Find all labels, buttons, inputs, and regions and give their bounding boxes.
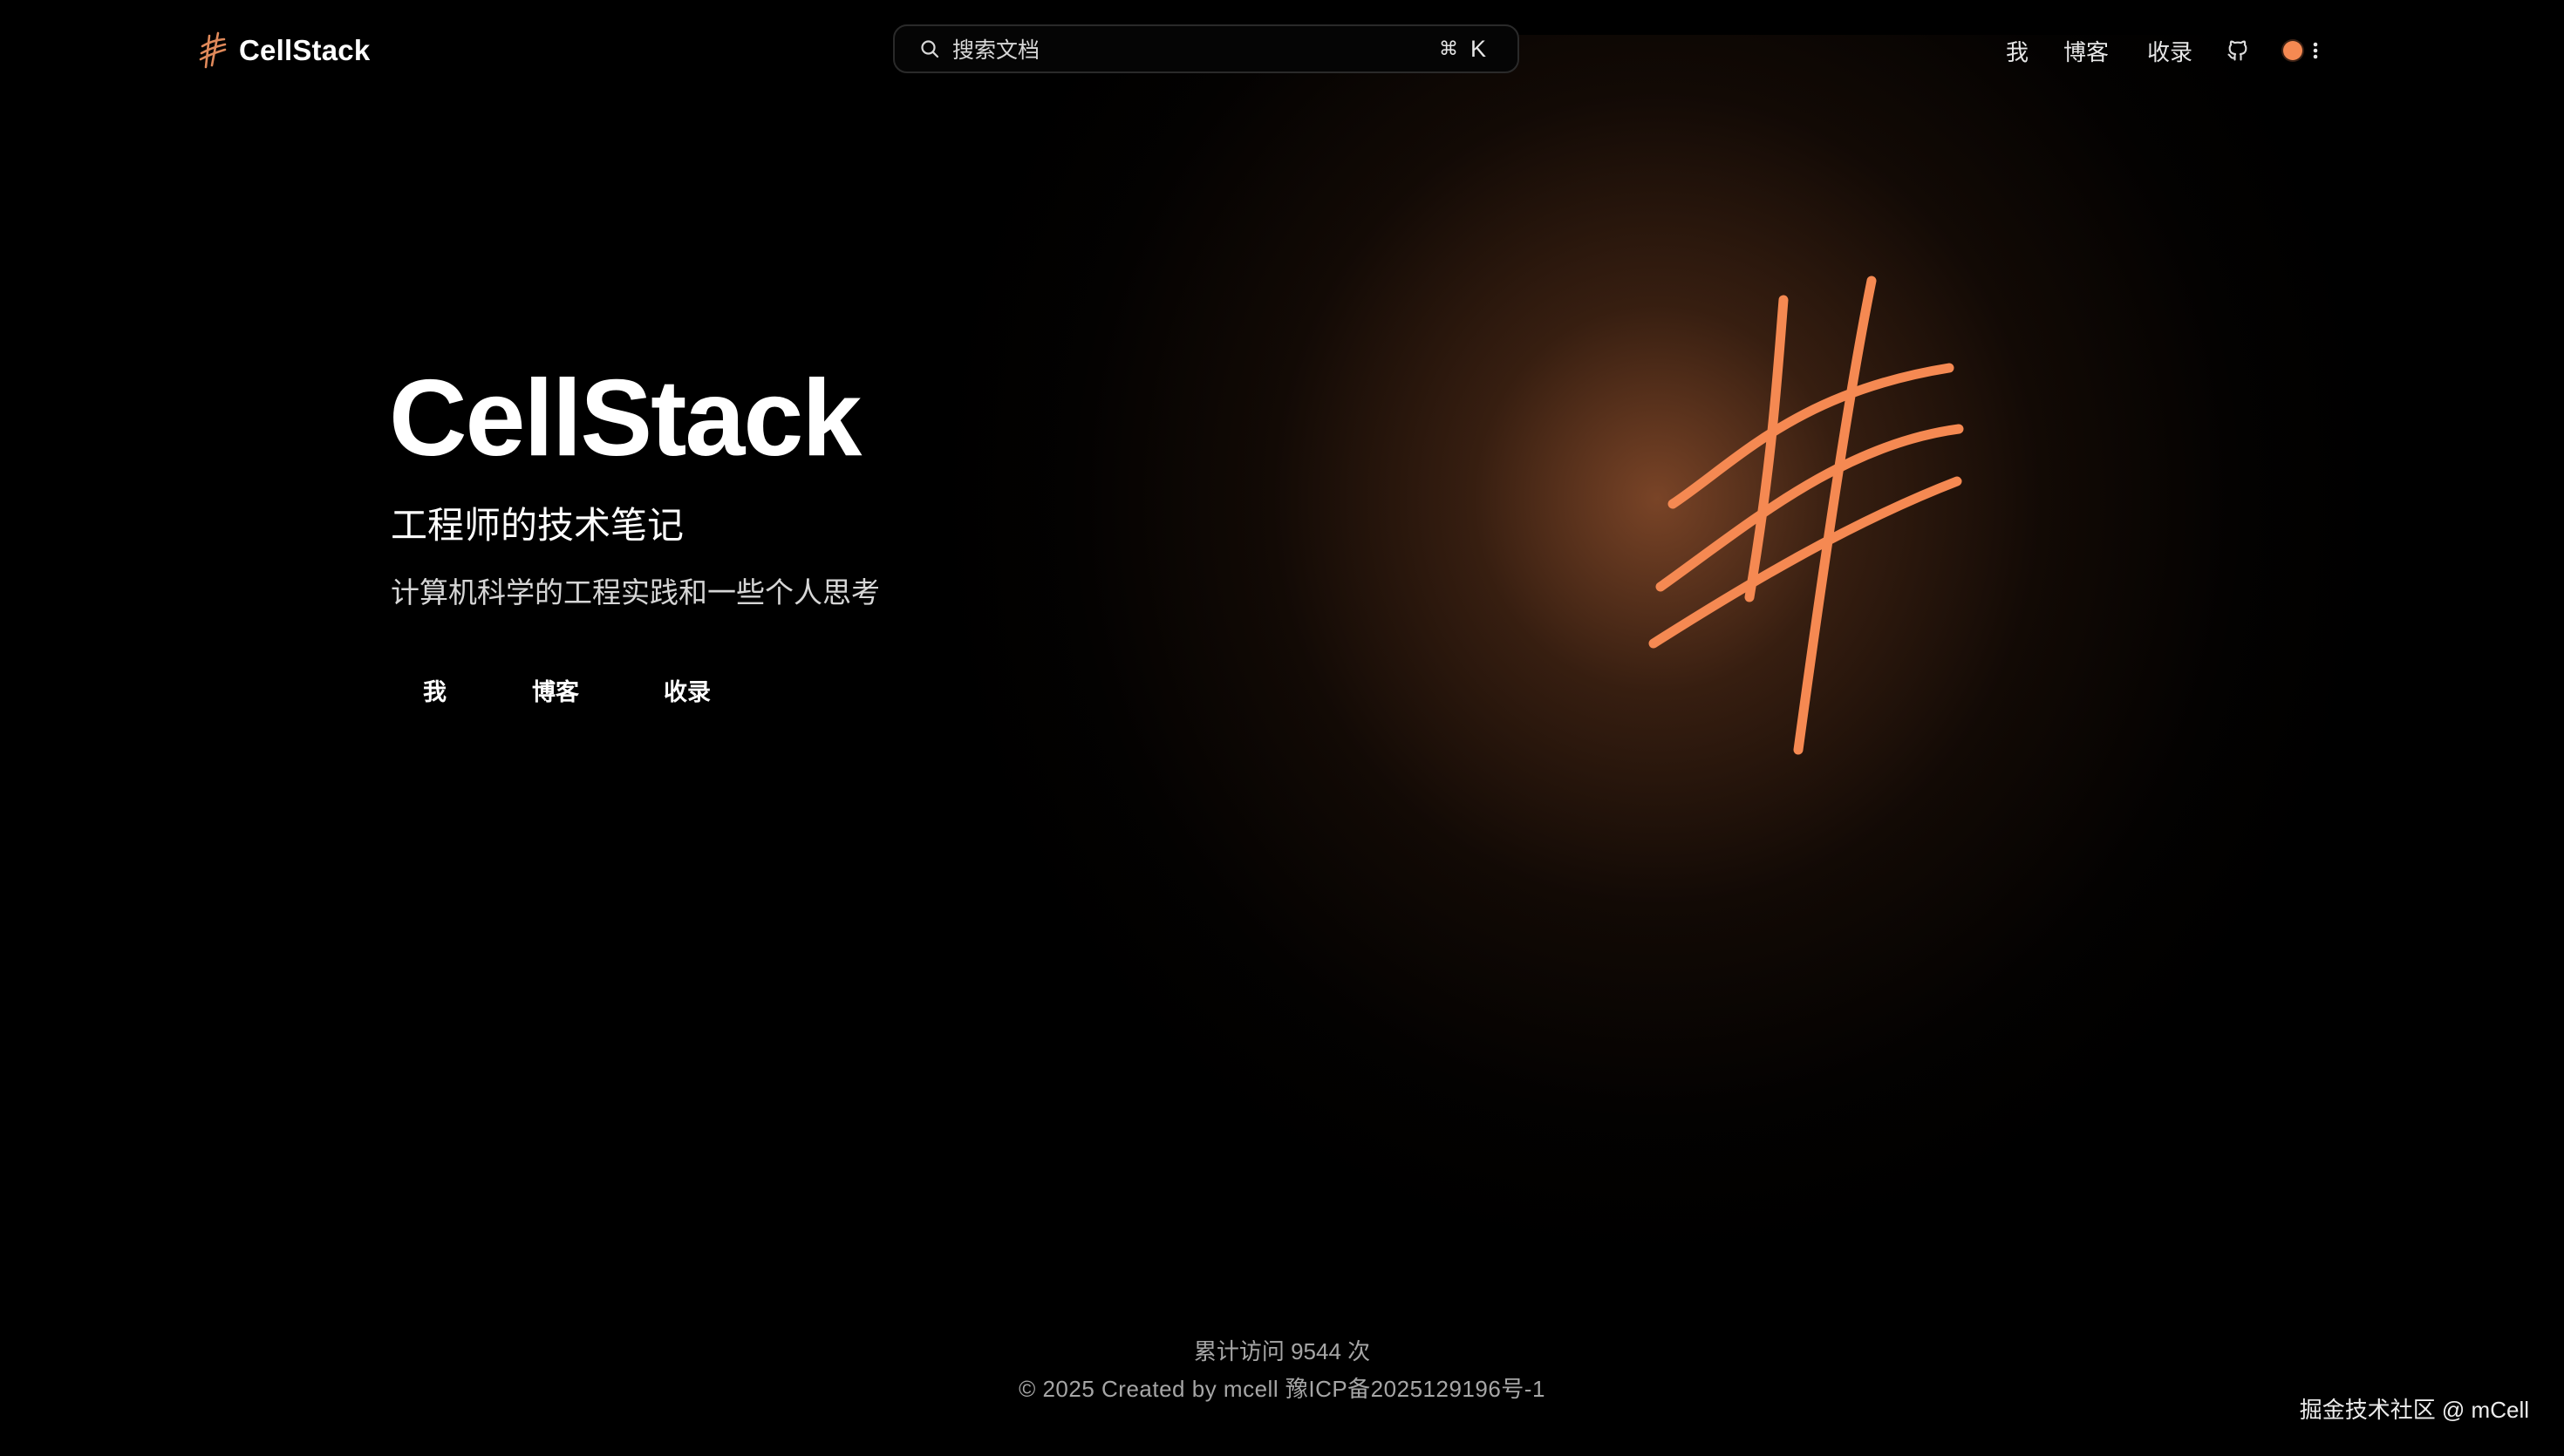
hero-subtitle: 工程师的技术笔记 (391, 505, 685, 546)
search-placeholder: 搜索文档 (952, 38, 1040, 63)
nav-link-blog[interactable]: 博客 (2063, 35, 2109, 67)
command-key-icon: ⌘ (1438, 37, 1458, 60)
visit-counter: 累计访问 9544 次 (1193, 1338, 1371, 1364)
brand-name: CellStack (239, 34, 371, 66)
hero-button-me[interactable]: 我 (423, 673, 447, 707)
nav-link-me[interactable]: 我 (2006, 35, 2029, 67)
nav-links: 我 博客 收录 (2006, 26, 2320, 75)
search-shortcut: ⌘ K (1439, 36, 1486, 63)
icp-link[interactable]: 豫ICP备2025129196号-1 (1285, 1376, 1545, 1402)
brand-link[interactable]: CellStack (199, 26, 370, 75)
copyright-text: © 2025 Created by mcell (1019, 1376, 1279, 1402)
nav-link-collection[interactable]: 收录 (2147, 35, 2192, 67)
search-input[interactable]: 搜索文档 ⌘ K (893, 24, 1519, 73)
more-vertical-icon[interactable] (2311, 39, 2320, 62)
hero-button-collection[interactable]: 收录 (664, 673, 711, 707)
page: CellStack 搜索文档 ⌘ K 我 博客 收录 CellStack 工程师… (0, 0, 2564, 1456)
hash-mark-icon (1622, 262, 1988, 767)
navbar: CellStack 搜索文档 ⌘ K 我 博客 收录 (0, 0, 2564, 101)
hero-button-blog[interactable]: 博客 (532, 673, 579, 707)
hero-description: 计算机科学的工程实践和一些个人思考 (391, 576, 880, 609)
watermark: 掘金技术社区 @ mCell (2299, 1397, 2529, 1423)
shortcut-key: K (1470, 35, 1486, 62)
hero-actions: 我 博客 收录 (391, 673, 711, 707)
hero-title: CellStack (389, 358, 862, 479)
hash-logo-icon (199, 31, 228, 71)
search-icon (919, 38, 940, 59)
theme-toggle[interactable] (2283, 41, 2303, 60)
github-icon[interactable] (2226, 38, 2250, 63)
copyright: © 2025 Created by mcell 豫ICP备2025129196号… (0, 1371, 2564, 1404)
